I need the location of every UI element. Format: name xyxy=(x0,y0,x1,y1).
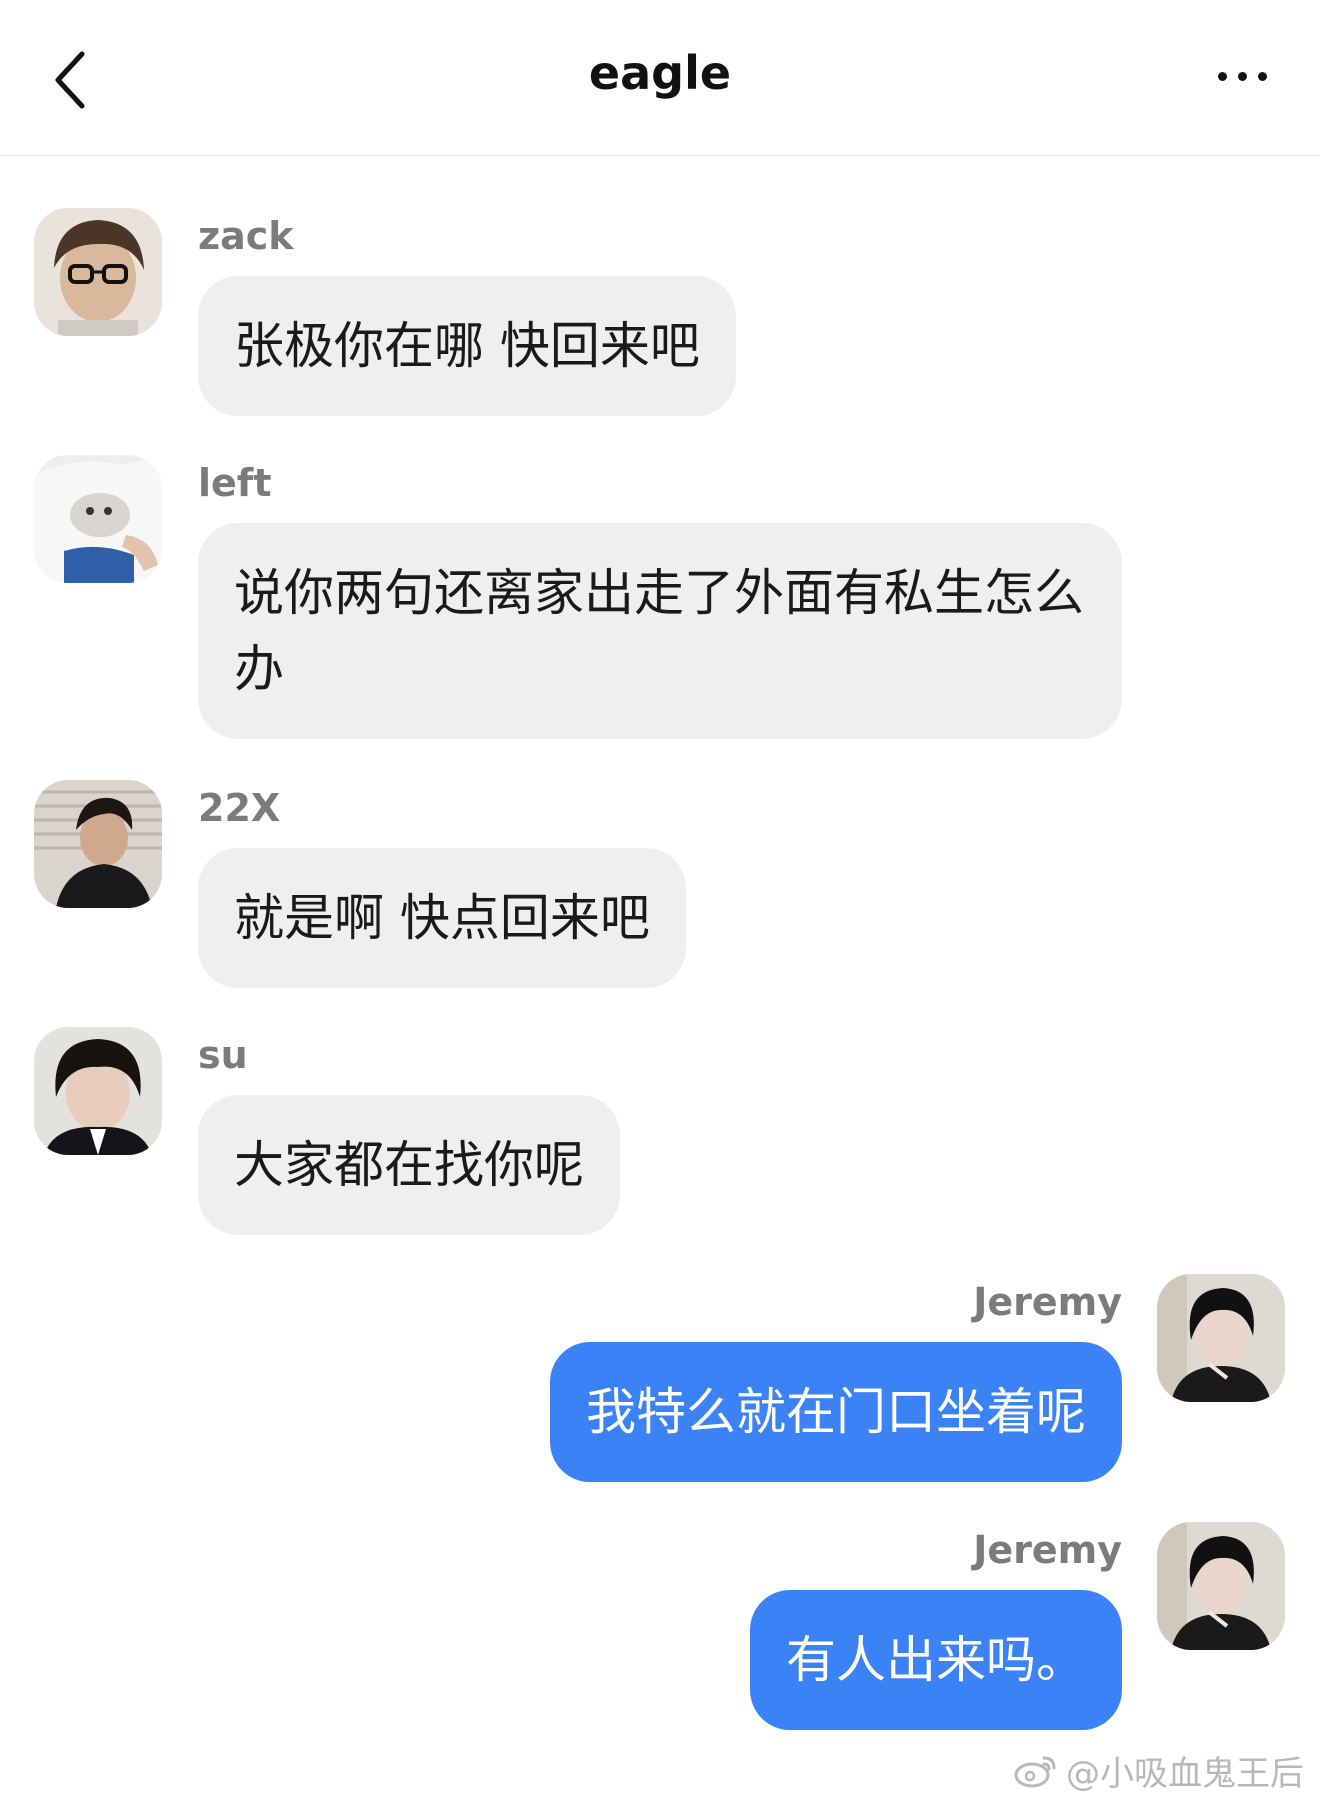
more-dot xyxy=(1257,71,1267,81)
more-options-button[interactable] xyxy=(1204,52,1280,100)
weibo-icon xyxy=(1014,1756,1056,1787)
sender-name: Jeremy xyxy=(973,1280,1122,1324)
message-bubble-incoming[interactable]: 大家都在找你呢 xyxy=(198,1095,620,1235)
avatar-jeremy[interactable] xyxy=(1157,1522,1285,1650)
avatar-22x[interactable] xyxy=(34,780,162,908)
chat-header: eagle xyxy=(0,0,1320,156)
sender-name: su xyxy=(198,1033,248,1077)
watermark: @小吸血鬼王后 xyxy=(1014,1746,1304,1795)
message-bubble-incoming[interactable]: 就是啊 快点回来吧 xyxy=(198,848,686,988)
more-dot xyxy=(1217,71,1227,81)
sender-name: left xyxy=(198,461,272,505)
more-dot xyxy=(1237,71,1247,81)
chat-title: eagle xyxy=(588,46,732,100)
sender-name: 22X xyxy=(198,786,281,830)
avatar-jeremy[interactable] xyxy=(1157,1274,1285,1402)
avatar-su[interactable] xyxy=(34,1027,162,1155)
message-bubble-outgoing[interactable]: 有人出来吗。 xyxy=(750,1590,1122,1730)
sender-name: zack xyxy=(198,214,294,258)
sender-name: Jeremy xyxy=(973,1528,1122,1572)
message-bubble-incoming[interactable]: 张极你在哪 快回来吧 xyxy=(198,276,736,416)
avatar-left[interactable] xyxy=(34,455,162,583)
watermark-text: @小吸血鬼王后 xyxy=(1066,1754,1304,1794)
avatar-zack[interactable] xyxy=(34,208,162,336)
message-bubble-outgoing[interactable]: 我特么就在门口坐着呢 xyxy=(550,1342,1122,1482)
message-bubble-incoming[interactable]: 说你两句还离家出走了外面有私生怎么办 xyxy=(198,523,1122,739)
